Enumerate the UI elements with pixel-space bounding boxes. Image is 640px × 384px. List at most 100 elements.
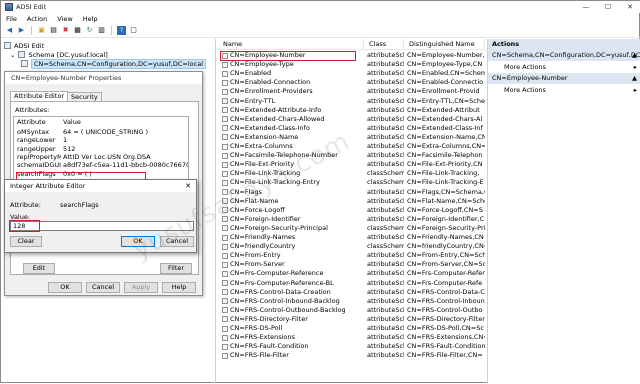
attribute-row[interactable]: oMSyntax 64 = ( UNICODE_STRING ): [14, 128, 188, 136]
list-row[interactable]: CN=Extended-Attribute-Info attributeSche.…: [218, 106, 485, 115]
list-row[interactable]: CN=Extended-Class-Info attributeSche...CN…: [218, 124, 485, 133]
list-row[interactable]: CN=Employee-Type attributeSche...CN=Emplo…: [218, 60, 485, 69]
list-row[interactable]: CN=FRS-Control-Data-Creation attributeSch…: [218, 288, 485, 297]
column-header-name[interactable]: Name: [218, 39, 364, 50]
collapse-icon[interactable]: ▲: [632, 73, 637, 84]
list-row[interactable]: CN=Extension-Name attributeSche...CN=Exte…: [218, 133, 485, 142]
column-header-class[interactable]: Class: [364, 39, 404, 50]
list-cell-name: CN=Employee-Type: [218, 60, 364, 69]
menu-action[interactable]: Action: [27, 15, 47, 23]
maximize-button[interactable]: ☐: [597, 1, 619, 13]
console-icon[interactable]: ▢: [129, 26, 138, 35]
list-cell-name-text: CN=From-Server: [230, 260, 285, 269]
list-row[interactable]: CN=File-Ext-PriorityattributeSche...CN=F…: [218, 160, 485, 169]
list-row[interactable]: CN=FRS-Directory-FilterattributeSche...C…: [218, 315, 485, 324]
attribute-value: AttID Ver Loc.USN Org.DSA: [63, 152, 151, 161]
tree-root[interactable]: ADSI Edit: [4, 41, 44, 50]
actions-section-schema[interactable]: CN=Schema,CN=Configuration,DC=yusuf,DC=l…: [488, 50, 640, 61]
menu-view[interactable]: View: [57, 15, 72, 23]
ok-button[interactable]: OK: [48, 282, 82, 293]
attribute-row[interactable]: replPropertyMetaDataAttID Ver Loc.USN Or…: [14, 152, 188, 161]
export-list-icon[interactable]: ▥: [97, 26, 106, 35]
list-cell-name: CN=Entry-TTL: [218, 97, 364, 106]
list-cell-class: attributeSche...: [367, 51, 404, 59]
list-cell-class: classSchema: [367, 178, 404, 187]
list-row[interactable]: CN=FRS-DS-Poll attributeSche...CN=FRS-DS-…: [218, 324, 485, 333]
list-row[interactable]: CN=Friendly-Names attributeSche...CN=Frie…: [218, 233, 485, 242]
tree-node-schema-container[interactable]: CN=Schema,CN=Configuration,DC=yusuf,DC=l…: [21, 58, 206, 69]
list-row[interactable]: CN=friendlyCountry classSchemaCN=friendly…: [218, 242, 485, 251]
list-cell-name-text: CN=Entry-TTL: [230, 96, 276, 105]
list-cell-name: CN=Frs-Computer-Reference: [218, 269, 364, 278]
list-row[interactable]: CN=FRS-Extensions attributeSche...CN=FRS-…: [218, 333, 485, 342]
schema-object-icon: [222, 289, 228, 296]
list-row[interactable]: CN=Extended-Chars-Allowed attributeSche..…: [218, 115, 485, 124]
list-row[interactable]: CN=From-Entry attributeSche...CN=From-Ent…: [218, 251, 485, 260]
list-cell-dn: CN=Frs-Computer-Refe: [407, 278, 483, 287]
close-icon[interactable]: ✕: [185, 180, 191, 192]
help-icon[interactable]: ?: [117, 26, 126, 35]
more-actions-schema[interactable]: More Actions ▸: [488, 61, 640, 73]
list-cell-name-text: CN=FRS-Control-Data-Creation: [230, 287, 331, 296]
list-cell-dn: CN=Extra-Columns,CN=: [407, 142, 485, 150]
column-header-dn[interactable]: Distinguished Name: [404, 39, 485, 50]
toolbar-separator: [31, 26, 32, 35]
list-row[interactable]: CN=Enabled-Connection attributeSche...CN=…: [218, 78, 485, 87]
attribute-row[interactable]: rangeLower 1: [14, 136, 188, 144]
list-row[interactable]: CN=Frs-Computer-Reference-BL attributeSch…: [218, 279, 485, 288]
list-row[interactable]: CN=FRS-Fault-ConditionattributeSche...CN…: [218, 342, 485, 351]
list-row[interactable]: CN=FRS-Control-Outbound-Backlog attribute…: [218, 306, 485, 315]
close-button[interactable]: ✕: [619, 1, 640, 13]
menu-file[interactable]: File: [6, 15, 17, 23]
list-row[interactable]: CN=FRS-File-Filter attributeSche...CN=FRS…: [218, 351, 485, 360]
menu-help[interactable]: Help: [83, 15, 98, 23]
help-button[interactable]: Help: [162, 282, 196, 293]
menu-bar: File Action View Help: [1, 13, 640, 24]
list-row[interactable]: CN=Entry-TTL attributeSche...CN=Entry-TTL…: [218, 97, 485, 106]
apply-button[interactable]: Apply: [124, 282, 158, 293]
actions-section-employee-number[interactable]: CN=Employee-Number ▲: [488, 73, 640, 84]
edit-button[interactable]: Edit: [23, 263, 55, 274]
clear-button[interactable]: Clear: [10, 236, 42, 247]
tab-security[interactable]: Security: [67, 92, 102, 101]
collapse-icon[interactable]: ▲: [632, 50, 637, 61]
schema-object-icon: [222, 243, 228, 250]
list-row[interactable]: CN=Enrollment-Providers attributeSche...C…: [218, 87, 485, 96]
schema-object-icon: [222, 225, 228, 232]
more-actions-label: More Actions: [504, 63, 546, 71]
up-folder-icon[interactable]: ▣: [37, 26, 46, 35]
schema-object-icon: [222, 334, 228, 341]
column-header-value[interactable]: Value: [61, 118, 188, 126]
list-row[interactable]: CN=FRS-Control-Inbound-Backlog attributeS…: [218, 297, 485, 306]
cancel-button[interactable]: Cancel: [86, 282, 120, 293]
more-actions-employee-number[interactable]: More Actions ▸: [488, 84, 640, 96]
list-row[interactable]: CN=Force-LogoffattributeSche...CN=Force-…: [218, 206, 485, 215]
attribute-row[interactable]: rangeUpper 512: [14, 145, 188, 153]
list-row[interactable]: CN=Enabled attributeSche...CN=Enabled,CN=…: [218, 69, 485, 78]
more-actions-label: More Actions: [504, 86, 546, 94]
back-icon[interactable]: ◀: [5, 26, 14, 35]
list-cell-dn: CN=FRS-Control-Outbo: [407, 305, 483, 314]
tab-attribute-editor[interactable]: Attribute Editor: [10, 91, 69, 101]
show-hide-tree-icon[interactable]: ▤: [49, 26, 58, 35]
delete-icon[interactable]: ✖: [61, 26, 70, 35]
list-cell-class: attributeSche...: [367, 87, 404, 96]
list-row[interactable]: CN=From-Server attributeSche...CN=From-Se…: [218, 260, 485, 269]
column-header-attribute[interactable]: Attribute: [14, 118, 61, 126]
properties-icon[interactable]: ▦: [73, 26, 82, 35]
minimize-button[interactable]: —: [575, 1, 597, 13]
expand-icon[interactable]: ⌄: [10, 51, 15, 59]
attribute-row[interactable]: schemaIDGUIDa8df73ef-c5ea-11d1-bbcb-0080…: [14, 161, 188, 169]
list-cell-dn: CN=Force-Logoff,CN=S: [407, 205, 483, 214]
forward-icon[interactable]: ▶: [17, 26, 26, 35]
actions-header: Actions: [488, 39, 640, 50]
schema-object-icon: [222, 325, 228, 332]
filter-button[interactable]: Filter: [160, 263, 192, 274]
refresh-icon[interactable]: ↻: [85, 26, 94, 35]
list-row[interactable]: CN=Frs-Computer-Reference attributeSche..…: [218, 269, 485, 278]
chevron-right-icon: ▸: [633, 63, 637, 71]
list-row[interactable]: CN=Foreign-Identifier attributeSche...CN=…: [218, 215, 485, 224]
list-cell-class: attributeSche...: [367, 287, 404, 296]
list-cell-class: attributeSche...: [367, 251, 404, 260]
list-row[interactable]: CN=Foreign-Security-Principal classSchema…: [218, 224, 485, 233]
